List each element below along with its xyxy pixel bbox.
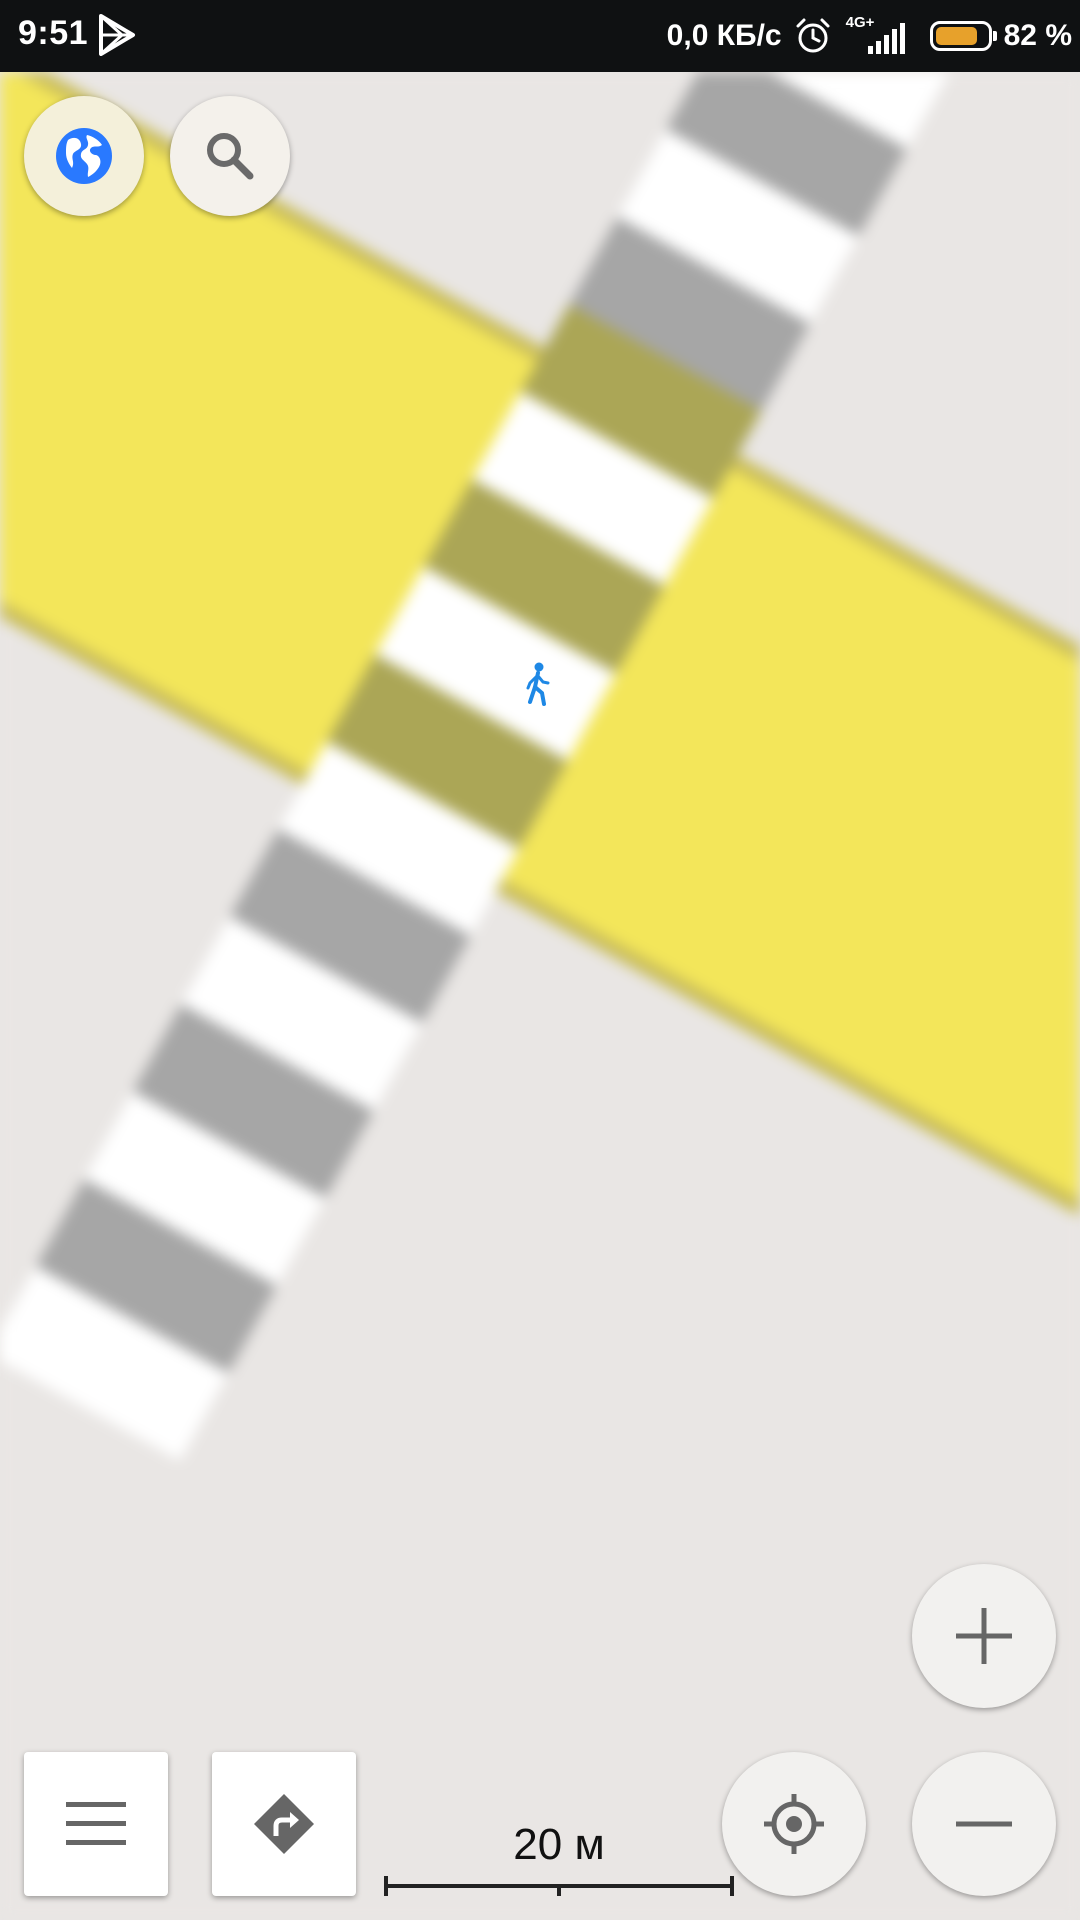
route-button[interactable] xyxy=(212,1752,356,1896)
globe-icon xyxy=(56,128,112,184)
scale-tick-mid xyxy=(557,1884,561,1896)
scale-tick-right xyxy=(730,1876,734,1896)
network-speed: 0,0 КБ/с xyxy=(666,19,782,52)
zoom-out-button[interactable] xyxy=(912,1752,1056,1896)
crosshair-icon xyxy=(764,1794,824,1854)
battery-icon xyxy=(929,21,997,51)
battery-percent: 82 % xyxy=(1003,19,1072,52)
scale-tick-left xyxy=(384,1876,388,1896)
scale-label: 20 м xyxy=(513,1820,605,1869)
minus-icon xyxy=(956,1821,1012,1827)
plus-icon xyxy=(956,1608,1012,1664)
search-button[interactable] xyxy=(170,96,290,216)
scale-bar: 20 м xyxy=(384,1820,734,1900)
status-time: 9:51 xyxy=(18,14,89,52)
route-turn-icon xyxy=(254,1794,314,1854)
status-right-group: 0,0 КБ/с 4G+ 82 % xyxy=(667,14,1072,58)
alarm-icon xyxy=(796,18,830,53)
signal-group: 4G+ xyxy=(846,14,908,56)
my-location-button[interactable] xyxy=(722,1752,866,1896)
hamburger-menu-icon xyxy=(66,1802,126,1845)
battery-fill xyxy=(935,27,977,45)
pedestrian-icon xyxy=(526,662,550,706)
globe-button[interactable] xyxy=(24,96,144,216)
play-store-icon xyxy=(99,14,135,56)
status-bar: 9:51 0,0 КБ/с 4G+ 82 % xyxy=(0,0,1080,72)
zoom-in-button[interactable] xyxy=(912,1564,1056,1708)
signal-icon xyxy=(867,23,905,54)
search-icon xyxy=(207,133,254,180)
menu-button[interactable] xyxy=(24,1752,168,1896)
